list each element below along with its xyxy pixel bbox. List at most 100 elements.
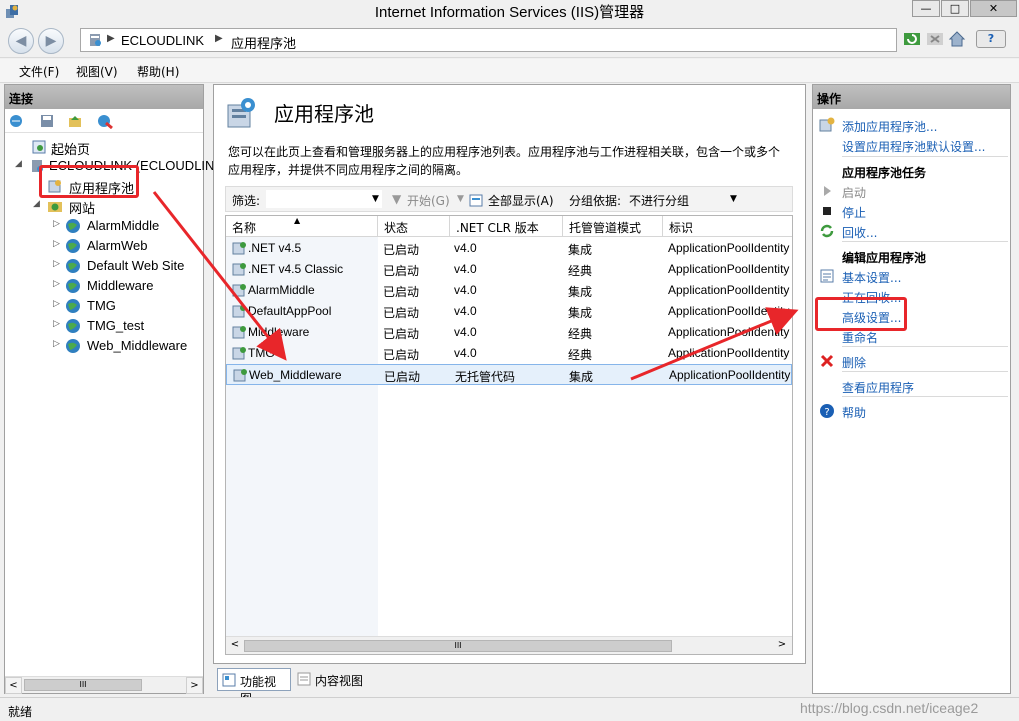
stop-loading-icon[interactable] (926, 30, 944, 48)
show-all-button[interactable]: 全部显示(A) (488, 192, 554, 209)
action-item[interactable]: 查看应用程序 (813, 376, 1010, 396)
cell-pipeline: 集成 (568, 243, 593, 257)
action-item[interactable]: 基本设置... (813, 266, 1010, 286)
home-icon[interactable] (948, 30, 966, 48)
scroll-left-button[interactable]: < (227, 638, 243, 654)
collapsed-arrow-icon[interactable]: ▷ (53, 238, 60, 249)
forward-button[interactable]: ▶ (38, 28, 64, 54)
cell-pipeline: 经典 (568, 264, 593, 278)
actions-separator (842, 371, 1008, 372)
maximize-button[interactable]: □ (941, 0, 969, 17)
expanded-arrow-icon[interactable]: ◢ (33, 198, 40, 209)
column-header-pipeline[interactable]: 托管管道模式 (563, 216, 663, 237)
connections-hscrollbar[interactable]: < III > (5, 676, 203, 694)
scroll-right-button[interactable]: > (186, 677, 203, 694)
cell-pipeline: 经典 (568, 348, 593, 362)
menu-help[interactable]: 帮助(H) (137, 63, 179, 80)
column-header-identity[interactable]: 标识 (663, 216, 792, 237)
actions-separator (842, 241, 1008, 242)
column-header-name[interactable]: 名称 ▲ (226, 216, 378, 237)
server-icon (90, 34, 101, 46)
action-item[interactable]: 停止 (813, 201, 1010, 221)
connections-header: 连接 (5, 85, 203, 109)
collapsed-arrow-icon[interactable]: ▷ (53, 298, 60, 309)
scroll-left-button[interactable]: < (5, 677, 22, 694)
group-by-dropdown-icon[interactable]: ▼ (730, 194, 737, 204)
app-pool-icon (232, 347, 246, 360)
collapsed-arrow-icon[interactable]: ▷ (53, 258, 60, 269)
column-header-status[interactable]: 状态 (378, 216, 450, 237)
group-by-select[interactable]: 不进行分组 (629, 192, 689, 209)
address-field[interactable]: ▶ ECLOUDLINK ▶ 应用程序池 (80, 28, 897, 52)
go-up-icon[interactable] (67, 113, 83, 129)
menu-view[interactable]: 视图(V) (76, 63, 118, 80)
collapsed-arrow-icon[interactable]: ▷ (53, 278, 60, 289)
tree-item-label: TMG (87, 298, 116, 313)
scroll-right-button[interactable]: > (774, 638, 790, 654)
cell-identity: ApplicationPoolIdentity (668, 262, 790, 276)
save-icon[interactable] (39, 113, 55, 129)
action-item[interactable]: 设置应用程序池默认设置... (813, 135, 1010, 155)
actions-separator (842, 346, 1008, 347)
disconnect-icon[interactable] (97, 113, 113, 129)
breadcrumb-server[interactable]: ECLOUDLINK (121, 33, 204, 48)
filter-label: 筛选: (232, 194, 261, 208)
cell-name: DefaultAppPool (248, 304, 332, 318)
cell-identity: ApplicationPoolIdentity (668, 346, 790, 360)
column-header-clr[interactable]: .NET CLR 版本 (450, 216, 563, 237)
app-pools-pane: 应用程序池 您可以在此页上查看和管理服务器上的应用程序池列表。应用程序池与工作进… (213, 84, 806, 664)
filter-dropdown-icon[interactable]: ▼ (372, 194, 379, 204)
minimize-button[interactable]: — (912, 0, 940, 17)
start-dropdown-icon[interactable]: ▼ (457, 194, 464, 204)
breadcrumb-app-pools[interactable]: 应用程序池 (231, 33, 296, 52)
tab-content-view[interactable]: 内容视图 (293, 668, 367, 691)
table-row[interactable]: TMG 已启动 v4.0 经典 ApplicationPoolIdentity (226, 343, 792, 364)
menu-file[interactable]: 文件(F) (19, 63, 59, 80)
table-row[interactable]: Web_Middleware 已启动 无托管代码 集成 ApplicationPoolI… (226, 364, 792, 385)
address-bar: ◀ ▶ ▶ ECLOUDLINK ▶ 应用程序池 ? (0, 22, 1019, 58)
page-title: 应用程序池 (274, 102, 374, 126)
collapsed-arrow-icon[interactable]: ▷ (53, 318, 60, 329)
app-pool-icon (232, 263, 246, 276)
app-pool-icon (232, 242, 246, 255)
tree-item-label: 起始页 (51, 142, 91, 157)
tab-label: 内容视图 (315, 674, 364, 688)
cell-identity: ApplicationPoolIdentity (668, 241, 790, 255)
tree-item-label: AlarmMiddle (87, 218, 160, 233)
tab-features-view[interactable]: 功能视图 (217, 668, 291, 706)
table-row[interactable]: AlarmMiddle 已启动 v4.0 集成 ApplicationPoolIdent… (226, 280, 792, 301)
content-view-icon (297, 672, 311, 686)
table-row[interactable]: Middleware 已启动 v4.0 经典 ApplicationPoolIdenti… (226, 322, 792, 343)
action-item[interactable]: 回收... (813, 221, 1010, 241)
action-label: 查看应用程序 (842, 381, 915, 395)
filter-input[interactable] (266, 190, 382, 208)
scroll-thumb[interactable]: III (244, 640, 672, 652)
start-filter-button[interactable]: 开始(G) (407, 192, 450, 209)
close-button[interactable]: ✕ (970, 0, 1017, 17)
table-row[interactable]: .NET v4.5 Classic 已启动 v4.0 经典 ApplicationPoo… (226, 259, 792, 280)
cell-pipeline: 集成 (568, 306, 593, 320)
action-item[interactable]: 添加应用程序池... (813, 115, 1010, 135)
table-row[interactable]: .NET v4.5 已启动 v4.0 集成 ApplicationPoolIdentit… (226, 238, 792, 259)
connect-icon[interactable] (9, 113, 25, 129)
action-item[interactable]: ? 帮助 (813, 401, 1010, 421)
action-label: 基本设置... (842, 271, 902, 285)
collapsed-arrow-icon[interactable]: ▷ (53, 218, 60, 229)
help-icon: ? (820, 404, 834, 418)
window-title: Internet Information Services (IIS)管理器 (374, 4, 645, 21)
collapsed-arrow-icon[interactable]: ▷ (53, 338, 60, 349)
refresh-icon[interactable] (903, 30, 921, 48)
table-hscrollbar[interactable]: < III > (226, 636, 792, 654)
cell-clr: v4.0 (454, 262, 477, 276)
back-button[interactable]: ◀ (8, 28, 34, 54)
connections-toolbar (5, 109, 203, 133)
tree-item-label: TMG_test (87, 318, 145, 333)
tree-item-label: Web_Middleware (87, 338, 188, 353)
expanded-arrow-icon[interactable]: ◢ (15, 158, 22, 169)
cell-name: .NET v4.5 Classic (248, 262, 344, 276)
help-icon[interactable]: ? (976, 30, 1006, 48)
scroll-thumb[interactable]: III (24, 679, 142, 691)
sites-folder-icon (48, 202, 62, 212)
action-item[interactable]: 删除 (813, 351, 1010, 371)
table-row[interactable]: DefaultAppPool 已启动 v4.0 集成 ApplicationPoolId… (226, 301, 792, 322)
